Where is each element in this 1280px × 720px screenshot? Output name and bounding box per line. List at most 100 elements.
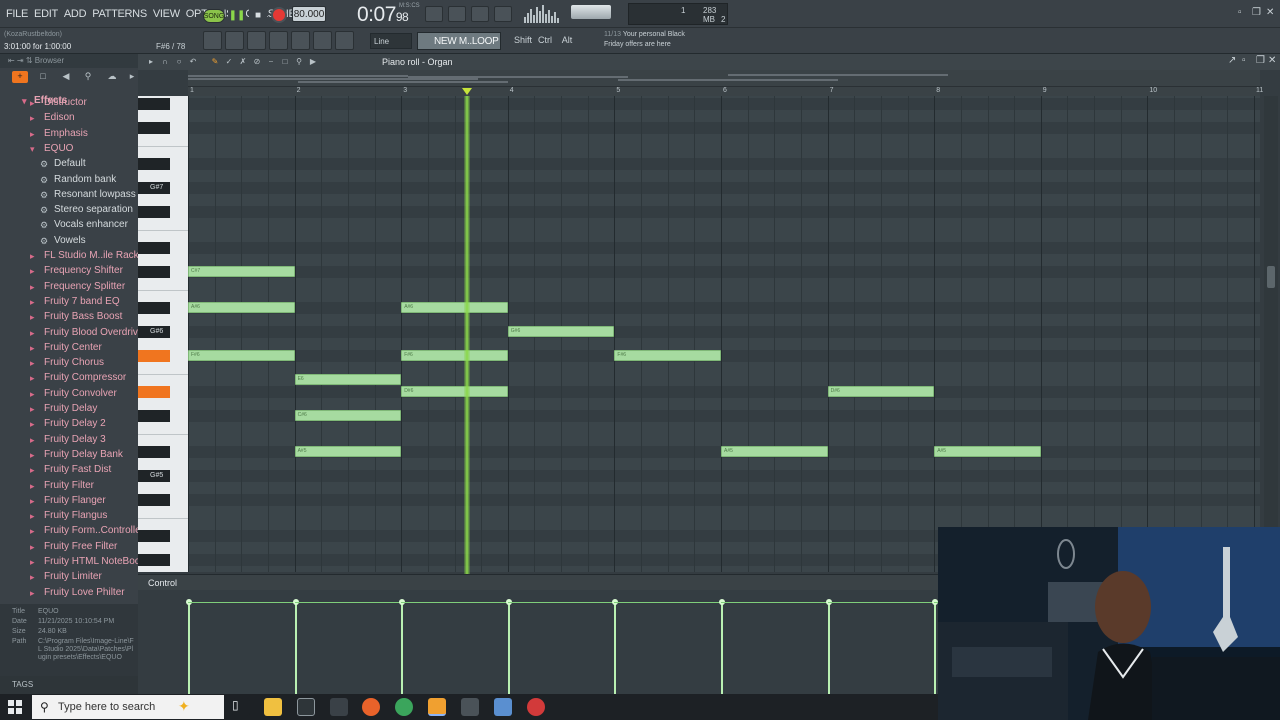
vertical-scrollbar[interactable] — [1264, 96, 1278, 572]
control-label[interactable]: Control — [148, 578, 177, 588]
alt-key-toggle[interactable]: Alt — [558, 33, 576, 49]
midi-note[interactable]: A#5 — [934, 446, 1041, 457]
pencil-icon[interactable]: ✎ — [210, 57, 220, 67]
magnet-icon[interactable]: ∩ — [160, 57, 170, 67]
windows-start-icon[interactable] — [8, 700, 22, 714]
slice-icon[interactable]: ⎯ — [266, 57, 276, 67]
browser-plugin-item[interactable]: ▸ Distructor — [0, 96, 138, 111]
back-icon[interactable]: ◀ — [58, 71, 74, 83]
browser-plugin-item[interactable]: ▸ Fruity Delay 2 — [0, 417, 138, 432]
bar-number[interactable]: 4 — [510, 87, 514, 94]
bar-number[interactable]: 2 — [297, 87, 301, 94]
menu-arrow-icon[interactable]: ▸ — [146, 57, 156, 67]
browser-plugin-item[interactable]: ▸ Fruity Compressor — [0, 371, 138, 386]
task-view-icon[interactable]: ▯ — [232, 698, 250, 716]
midi-note[interactable]: C#7 — [188, 266, 295, 277]
timeline[interactable]: 1 2 3 4 5 6 7 8 9 10 11 — [188, 70, 1263, 96]
terminal-icon[interactable] — [297, 698, 315, 716]
browser-plugin-item[interactable]: ▸ Fruity Center — [0, 341, 138, 356]
playlist-icon[interactable] — [203, 31, 222, 50]
velocity-bar[interactable] — [399, 599, 406, 694]
midi-note[interactable]: A#6 — [401, 302, 508, 313]
piano-roll-icon[interactable] — [225, 31, 244, 50]
browser-plugin-item[interactable]: ▸ Fruity Blood Overdrive — [0, 326, 138, 341]
chrome-icon[interactable] — [395, 698, 413, 716]
browser-plugin-item[interactable]: ▸ Fruity 7 band EQ — [0, 295, 138, 310]
plugin-picker-icon[interactable] — [291, 31, 310, 50]
browser-plugin-item[interactable]: ▸ Fruity Form..Controller — [0, 524, 138, 539]
app-icon-2[interactable] — [461, 698, 479, 716]
master-volume-slider[interactable] — [571, 5, 611, 19]
playhead-marker[interactable] — [462, 88, 473, 95]
restore-icon[interactable]: ❐ — [1252, 7, 1261, 18]
bar-number[interactable]: 8 — [936, 87, 940, 94]
browser-preset-item[interactable]: ⚙ Vowels — [0, 234, 138, 249]
black-key[interactable] — [138, 350, 170, 362]
zoom-icon[interactable]: ⚲ — [294, 57, 304, 67]
pattern-select[interactable]: NEW M..LOOP — [417, 32, 501, 50]
search-icon[interactable]: ⚲ — [80, 71, 96, 83]
browser-preset-item[interactable]: ⚙ Default — [0, 157, 138, 172]
black-key[interactable] — [138, 158, 170, 170]
browser-plugin-item[interactable]: ▸ Fruity Chorus — [0, 356, 138, 371]
browser-plugin-item[interactable]: ▾ EQUO — [0, 142, 138, 157]
mixer-icon[interactable] — [269, 31, 288, 50]
song-mode-toggle[interactable]: SONG — [203, 9, 225, 23]
stamp-icon[interactable]: ○ — [174, 57, 184, 67]
menu-file[interactable]: FILE — [4, 8, 30, 20]
black-key[interactable] — [138, 494, 170, 506]
delete-icon[interactable]: ✗ — [238, 57, 248, 67]
bar-number[interactable]: 3 — [403, 87, 407, 94]
audio-input-icon[interactable] — [335, 31, 354, 50]
black-key[interactable] — [138, 410, 170, 422]
bar-number[interactable]: 7 — [830, 87, 834, 94]
velocity-bar[interactable] — [505, 599, 512, 694]
midi-note[interactable]: G#6 — [507, 326, 615, 337]
black-key[interactable] — [138, 446, 170, 458]
snap-select[interactable]: Line — [370, 33, 412, 49]
pr-close-icon[interactable]: ✕ — [1268, 55, 1276, 66]
typing-keyboard-icon[interactable] — [425, 6, 443, 22]
taskbar-search[interactable]: ⚲ Type here to search ✦ — [32, 695, 224, 719]
browser-plugin-item[interactable]: ▸ Fruity Free Filter — [0, 540, 138, 555]
browser-plugin-item[interactable]: ▸ Fruity Delay Bank — [0, 448, 138, 463]
minimize-icon[interactable]: ▫ — [1238, 7, 1242, 18]
menu-view[interactable]: VIEW — [151, 8, 182, 20]
midi-note[interactable]: F#6 — [188, 350, 295, 361]
black-key[interactable] — [138, 98, 170, 110]
browser-plugin-item[interactable]: ▸ Fruity Convolver — [0, 387, 138, 402]
mute-icon[interactable]: ⊘ — [252, 57, 262, 67]
browser-plugin-item[interactable]: ▸ Frequency Shifter — [0, 264, 138, 279]
obs-icon[interactable] — [527, 698, 545, 716]
browser-plugin-item[interactable]: ▸ FL Studio M..ile Rack FX — [0, 249, 138, 264]
bar-number[interactable]: 6 — [723, 87, 727, 94]
pause-icon[interactable]: ❚❚ — [228, 6, 246, 24]
bar-number[interactable]: 9 — [1043, 87, 1047, 94]
midi-note[interactable]: F#6 — [401, 350, 508, 361]
browser-plugin-item[interactable]: ▸ Fruity Limiter — [0, 570, 138, 585]
midi-note[interactable]: A#6 — [188, 302, 295, 313]
velocity-bar[interactable] — [932, 599, 939, 694]
midi-note[interactable]: A#5 — [721, 446, 828, 457]
cloud-icon[interactable]: ☁ — [104, 71, 120, 83]
bar-number[interactable]: 11 — [1256, 87, 1263, 94]
menu-edit[interactable]: EDIT — [32, 8, 60, 20]
detach-icon[interactable]: ↗ — [1228, 55, 1236, 66]
browser-plugin-item[interactable]: ▸ Fruity Fast Dist — [0, 463, 138, 478]
blend-notes-icon[interactable] — [471, 6, 489, 22]
midi-note[interactable]: C#6 — [294, 410, 402, 421]
velocity-bar[interactable] — [612, 599, 619, 694]
file-icon[interactable]: □ — [35, 71, 51, 83]
black-key[interactable] — [138, 386, 170, 398]
ctrl-key-toggle[interactable]: Ctrl — [536, 33, 554, 49]
midi-note[interactable]: D#6 — [401, 386, 508, 397]
file-explorer-icon[interactable] — [264, 698, 282, 716]
close-icon[interactable]: ✕ — [1266, 7, 1274, 18]
black-key[interactable] — [138, 554, 170, 566]
brush-icon[interactable]: ✓ — [224, 57, 234, 67]
browser-plugin-item[interactable]: ▸ Edison — [0, 111, 138, 126]
pr-minimize-icon[interactable]: ▫ — [1242, 55, 1246, 66]
browser-plugin-item[interactable]: ▸ Fruity Delay — [0, 402, 138, 417]
velocity-bar[interactable] — [292, 599, 299, 694]
velocity-bar[interactable] — [186, 599, 192, 694]
